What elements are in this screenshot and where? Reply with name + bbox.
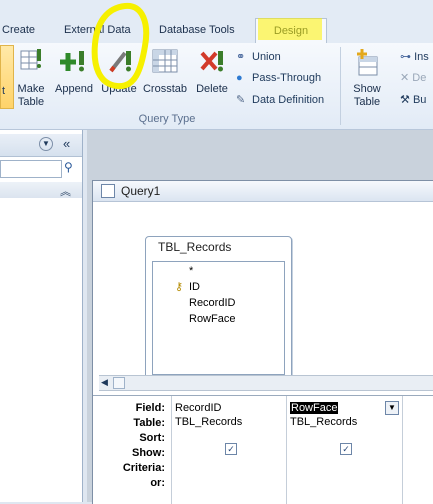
grid-sort-cell[interactable] <box>172 429 286 443</box>
query-icon <box>101 184 115 198</box>
grid-show-cell: ✓ <box>287 443 402 457</box>
builder-icon: ⚒ <box>400 94 410 106</box>
nav-search-input[interactable] <box>0 160 62 178</box>
delete-rows-button[interactable]: ✕ De <box>400 70 426 86</box>
field-dropdown-icon[interactable]: ▼ <box>385 401 399 415</box>
row-label-table: Table: <box>133 417 165 429</box>
grid-field-cell[interactable]: RowFace ▼ <box>287 401 402 415</box>
show-checkbox[interactable]: ✓ <box>340 443 352 455</box>
group-separator <box>340 47 341 125</box>
row-label-criteria: Criteria: <box>122 462 165 474</box>
globe-icon: ● <box>236 72 243 84</box>
data-definition-button[interactable]: ✎ Data Definition <box>236 92 324 108</box>
group-label-query-type: Query Type <box>138 113 196 125</box>
row-label-or: or: <box>150 477 165 489</box>
tab-design[interactable]: Design <box>255 18 327 43</box>
delete-rows-icon: ✕ <box>400 72 410 84</box>
union-icon: ⚭ <box>236 51 246 63</box>
highlight-circle <box>91 2 150 90</box>
delete-icon <box>200 51 223 72</box>
union-button[interactable]: ⚭ Union <box>236 49 281 65</box>
insert-icon: ⊶ <box>400 51 411 63</box>
field-all[interactable]: * <box>153 263 320 279</box>
scroll-thumb[interactable] <box>113 377 125 389</box>
row-label-show: Show: <box>132 447 165 459</box>
data-definition-icon: ✎ <box>236 94 246 106</box>
nav-dropdown-icon[interactable]: ▼ <box>39 137 53 151</box>
grid-show-cell: ✓ <box>172 443 286 457</box>
ribbon: t Make Table Append Update Crosstab Dele… <box>0 43 433 130</box>
navigation-pane: ▼ « ⚲ ︽ <box>0 130 83 502</box>
field-list: * ⚷ ID RecordID RowFace <box>152 261 285 375</box>
make-table-icon <box>20 49 41 70</box>
run-button-partial[interactable] <box>0 45 14 109</box>
tab-database-tools[interactable]: Database Tools <box>159 18 235 42</box>
show-checkbox[interactable]: ✓ <box>225 443 237 455</box>
show-table-icon <box>357 49 378 76</box>
table-box[interactable]: TBL_Records * ⚷ ID RecordID RowFace <box>145 236 292 381</box>
query-window: Query1 TBL_Records * ⚷ ID RecordID RowFa… <box>92 180 433 504</box>
grid-column-1: RecordID TBL_Records ✓ <box>171 396 286 504</box>
grid-field-cell[interactable]: RecordID <box>172 401 286 415</box>
design-grid: Field: Table: Sort: Show: Criteria: or: … <box>93 395 433 504</box>
delete-button[interactable]: Delete <box>192 47 232 109</box>
chevron-up-icon: ︽ <box>60 186 71 198</box>
grid-column-3 <box>402 396 433 504</box>
ribbon-tabs: Create External Data Database Tools Desi… <box>0 0 433 44</box>
make-table-button[interactable]: Make Table <box>14 47 48 109</box>
show-table-button[interactable]: Show Table <box>347 47 387 109</box>
field-recordid[interactable]: RecordID <box>153 295 320 311</box>
insert-button[interactable]: ⊶ Ins <box>400 49 429 65</box>
run-label: t <box>2 85 6 97</box>
nav-header: ▼ « <box>0 134 82 157</box>
table-pane: TBL_Records * ⚷ ID RecordID RowFace <box>93 202 433 381</box>
tab-create[interactable]: Create <box>2 18 35 42</box>
grid-column-2: RowFace ▼ TBL_Records ✓ <box>286 396 402 504</box>
grid-table-cell[interactable]: TBL_Records <box>172 415 286 429</box>
row-label-field: Field: <box>135 402 165 414</box>
search-icon[interactable]: ⚲ <box>64 160 73 174</box>
query-title: Query1 <box>121 184 161 198</box>
field-id[interactable]: ID <box>153 279 320 295</box>
query-title-bar: Query1 <box>93 181 433 202</box>
horizontal-scrollbar[interactable]: ◀ <box>99 375 433 391</box>
grid-sort-cell[interactable] <box>287 429 402 443</box>
nav-group-header[interactable]: ︽ <box>0 182 82 198</box>
append-icon <box>60 51 84 72</box>
pass-through-button[interactable]: ● Pass-Through <box>236 70 321 86</box>
scroll-left-icon[interactable]: ◀ <box>101 377 108 388</box>
builder-button[interactable]: ⚒ Bu <box>400 92 426 108</box>
collapse-icon[interactable]: « <box>63 136 70 151</box>
crosstab-icon <box>152 49 178 73</box>
row-label-sort: Sort: <box>139 432 165 444</box>
table-name: TBL_Records <box>158 240 232 254</box>
grid-table-cell[interactable]: TBL_Records <box>287 415 402 429</box>
field-rowface[interactable]: RowFace <box>153 311 320 327</box>
